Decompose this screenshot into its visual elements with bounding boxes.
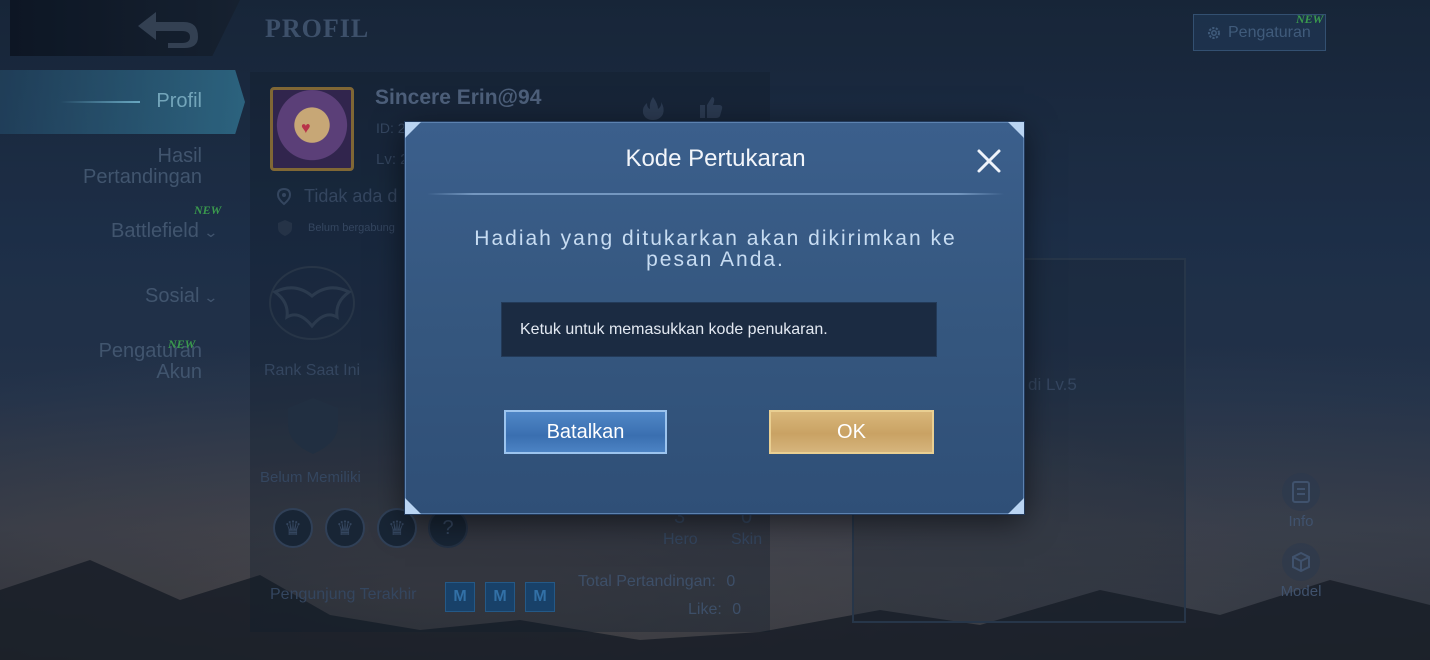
close-icon[interactable] <box>971 143 1007 179</box>
dialog-title: Kode Pertukaran <box>625 145 806 172</box>
ok-button[interactable]: OK <box>769 410 934 454</box>
corner-ornament <box>405 122 421 138</box>
corner-ornament <box>1008 498 1024 514</box>
title-divider <box>427 193 1004 195</box>
cancel-button[interactable]: Batalkan <box>504 410 667 454</box>
corner-ornament <box>405 498 421 514</box>
dialog-message: Hadiah yang ditukarkan akan dikirimkan k… <box>474 227 957 271</box>
redeem-code-dialog: Kode Pertukaran Hadiah yang ditukarkan a… <box>405 122 1024 514</box>
corner-ornament <box>1008 122 1024 138</box>
redeem-code-input[interactable] <box>501 302 937 357</box>
